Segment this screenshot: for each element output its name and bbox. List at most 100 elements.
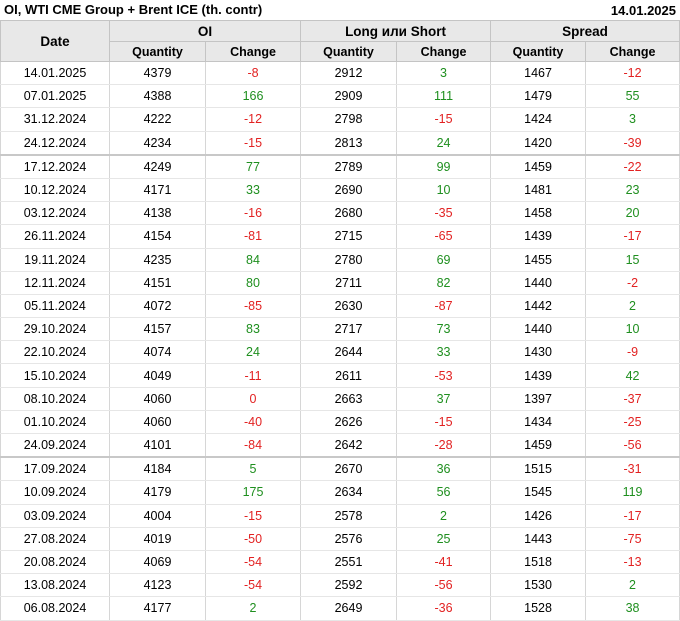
spread-change-cell: 20	[585, 201, 680, 226]
date-cell: 13.08.2024	[0, 573, 110, 598]
spread-quantity-cell: 1545	[490, 480, 587, 505]
spread-group-header: Spread	[490, 20, 680, 42]
spread-quantity-cell: 1424	[490, 107, 587, 132]
date-cell: 06.08.2024	[0, 596, 110, 621]
spread-quantity-cell: 1528	[490, 596, 587, 621]
oi-quantity-cell: 4060	[109, 387, 206, 411]
long-short-quantity-cell: 2551	[300, 550, 398, 575]
date-cell: 27.08.2024	[0, 527, 110, 551]
spread-quantity-cell: 1420	[490, 131, 587, 156]
table-body: 14.01.2025 4379 -8 2912 3 1467 -12 07.01.2025 43…	[0, 61, 680, 621]
oi-quantity-cell: 4069	[109, 550, 206, 575]
long-short-quantity-cell: 2798	[300, 107, 398, 132]
long-short-change-cell: 82	[396, 271, 492, 295]
long-short-change-header: Change	[396, 41, 492, 62]
oi-change-cell: 84	[205, 248, 302, 272]
oi-quantity-cell: 4123	[109, 573, 206, 598]
spread-change-cell: 23	[585, 178, 680, 203]
long-short-change-cell: -36	[396, 596, 492, 621]
oi-quantity-cell: 4234	[109, 131, 206, 156]
oi-change-cell: -50	[205, 527, 302, 551]
spread-quantity-cell: 1459	[490, 154, 587, 179]
date-cell: 03.09.2024	[0, 504, 110, 528]
oi-quantity-cell: 4138	[109, 201, 206, 226]
long-short-change-cell: -56	[396, 573, 492, 598]
spread-change-cell: 15	[585, 248, 680, 272]
oi-change-cell: -16	[205, 201, 302, 226]
date-cell: 14.01.2025	[0, 61, 110, 86]
long-short-change-cell: -15	[396, 107, 492, 132]
oi-change-cell: -85	[205, 294, 302, 319]
oi-quantity-cell: 4171	[109, 178, 206, 203]
long-short-quantity-cell: 2634	[300, 480, 398, 505]
spread-quantity-header: Quantity	[490, 41, 587, 62]
long-short-change-cell: -41	[396, 550, 492, 575]
table-row: 06.08.2024 4177 2 2649 -36 1528 38	[0, 596, 680, 621]
oi-quantity-cell: 4072	[109, 294, 206, 319]
long-short-quantity-cell: 2578	[300, 504, 398, 528]
table-row: 14.01.2025 4379 -8 2912 3 1467 -12	[0, 61, 680, 86]
table-row: 08.10.2024 4060 0 2663 37 1397 -37	[0, 387, 680, 411]
long-short-quantity-cell: 2912	[300, 61, 398, 86]
spread-change-cell: -56	[585, 433, 680, 459]
long-short-quantity-cell: 2649	[300, 596, 398, 621]
table-row: 17.12.2024 4249 77 2789 99 1459 -22	[0, 154, 680, 179]
long-short-quantity-cell: 2642	[300, 433, 398, 459]
date-cell: 26.11.2024	[0, 224, 110, 249]
table-row: 07.01.2025 4388 166 2909 111 1479 55	[0, 84, 680, 109]
long-short-change-cell: -35	[396, 201, 492, 226]
table-row: 12.11.2024 4151 80 2711 82 1440 -2	[0, 271, 680, 295]
oi-quantity-cell: 4049	[109, 363, 206, 388]
table-row: 31.12.2024 4222 -12 2798 -15 1424 3	[0, 107, 680, 132]
long-short-quantity-cell: 2644	[300, 340, 398, 365]
spread-change-cell: 38	[585, 596, 680, 621]
spread-change-cell: 55	[585, 84, 680, 109]
long-short-quantity-cell: 2909	[300, 84, 398, 109]
long-short-quantity-cell: 2789	[300, 154, 398, 179]
spread-change-header: Change	[585, 41, 680, 62]
oi-quantity-cell: 4019	[109, 527, 206, 551]
date-cell: 22.10.2024	[0, 340, 110, 365]
oi-change-cell: 83	[205, 317, 302, 342]
spread-change-cell: -31	[585, 457, 680, 482]
long-short-quantity-cell: 2680	[300, 201, 398, 226]
spread-change-cell: -75	[585, 527, 680, 551]
long-short-quantity-cell: 2780	[300, 248, 398, 272]
oi-change-cell: -12	[205, 107, 302, 132]
spread-quantity-cell: 1397	[490, 387, 587, 411]
spread-change-cell: -39	[585, 131, 680, 156]
date-cell: 24.12.2024	[0, 131, 110, 156]
oi-change-cell: -54	[205, 573, 302, 598]
long-short-quantity-cell: 2813	[300, 131, 398, 156]
table-row: 10.09.2024 4179 175 2634 56 1545 119	[0, 480, 680, 505]
spread-change-cell: 10	[585, 317, 680, 342]
title-bar: OI, WTI CME Group + Brent ICE (th. contr…	[0, 0, 680, 20]
oi-change-cell: -40	[205, 410, 302, 435]
oi-quantity-cell: 4074	[109, 340, 206, 365]
oi-change-cell: -11	[205, 363, 302, 388]
spread-change-cell: -9	[585, 340, 680, 365]
oi-quantity-cell: 4004	[109, 504, 206, 528]
spread-quantity-cell: 1443	[490, 527, 587, 551]
oi-quantity-cell: 4184	[109, 457, 206, 482]
long-short-change-cell: -15	[396, 410, 492, 435]
table-row: 19.11.2024 4235 84 2780 69 1455 15	[0, 248, 680, 272]
long-short-quantity-header: Quantity	[300, 41, 398, 62]
long-short-change-cell: 111	[396, 84, 492, 109]
date-header: Date	[0, 20, 110, 62]
long-short-change-cell: 2	[396, 504, 492, 528]
long-short-change-cell: 24	[396, 131, 492, 156]
spread-change-cell: 42	[585, 363, 680, 388]
spread-quantity-cell: 1434	[490, 410, 587, 435]
oi-change-cell: 77	[205, 154, 302, 179]
long-short-group-header: Long или Short	[300, 20, 492, 42]
date-cell: 19.11.2024	[0, 248, 110, 272]
long-short-quantity-cell: 2630	[300, 294, 398, 319]
oi-change-cell: 33	[205, 178, 302, 203]
oi-change-cell: 0	[205, 387, 302, 411]
long-short-change-cell: 33	[396, 340, 492, 365]
oi-quantity-cell: 4388	[109, 84, 206, 109]
oi-quantity-header: Quantity	[109, 41, 206, 62]
report-title: OI, WTI CME Group + Brent ICE (th. contr…	[4, 2, 263, 17]
oi-change-cell: 2	[205, 596, 302, 621]
